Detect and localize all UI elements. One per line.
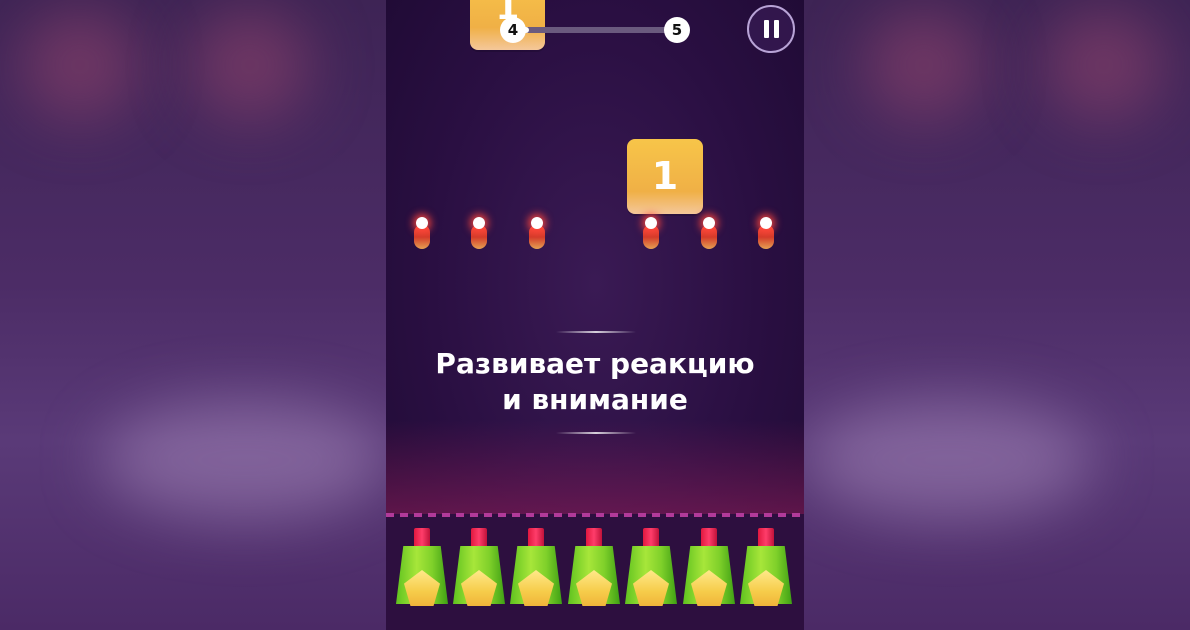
cannon[interactable] [565,528,623,608]
pause-button[interactable] [747,5,795,53]
number-block-falling: 1 [627,139,703,214]
bullet [642,217,660,249]
caption-divider-bottom [556,432,636,434]
cannon[interactable] [507,528,565,608]
next-level-badge: 5 [664,17,690,43]
cannon[interactable] [737,528,795,608]
cannon[interactable] [622,528,680,608]
caption-divider-top [556,331,636,333]
bullet [413,217,431,249]
progress-track [512,27,678,33]
caption-line-1: Развивает реакцию [435,347,755,380]
caption-line-2: и внимание [502,383,688,416]
bullet [528,217,546,249]
floor-glow [386,420,804,520]
blurred-backdrop-left [0,0,386,630]
promo-caption: Развивает реакцию и внимание [386,346,804,418]
danger-line [386,513,804,517]
bullet [700,217,718,249]
cannon[interactable] [393,528,451,608]
bullet [757,217,775,249]
bullet [470,217,488,249]
game-viewport[interactable]: 1 4 5 1 Развивает реакцию и внимание [386,0,804,630]
cannon[interactable] [680,528,738,608]
block-value: 1 [651,154,679,198]
blurred-backdrop-right [804,0,1190,630]
current-level-badge: 4 [500,17,526,43]
cannon[interactable] [450,528,508,608]
